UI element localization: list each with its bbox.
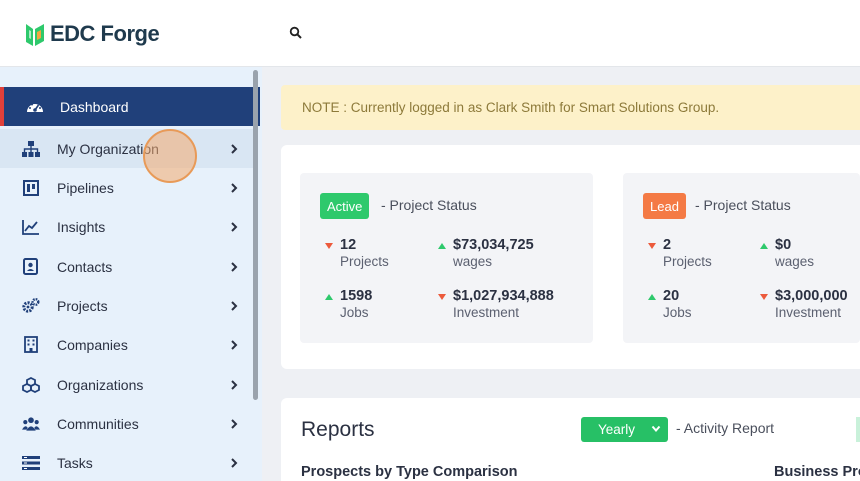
cubes-icon [22,376,40,394]
chevron-right-icon [231,339,238,350]
sidebar-item-projects[interactable]: Projects [0,286,258,325]
metric-value: $1,027,934,888 [453,288,554,304]
reports-title: Reports [301,418,375,441]
sidebar-item-label: Pipelines [57,179,114,196]
period-select[interactable]: Yearly [581,417,668,442]
users-icon [22,415,40,433]
gears-icon [22,297,40,315]
chevron-right-icon [231,418,238,429]
top-header: EDC Forge [0,0,860,67]
metric-label: Jobs [663,305,692,320]
line-chart-icon [22,218,40,236]
sidebar-item-label: Projects [57,297,108,314]
prospects-comparison-heading: Prospects by Type Comparison [301,464,518,480]
trend-down-icon [760,294,768,300]
chevron-right-icon [231,379,238,390]
metric-value: $0 [775,237,792,253]
metric-wages: $0 wages [760,237,815,269]
truncated-select-edge[interactable] [856,417,860,442]
status-badge: Lead [643,193,686,219]
sidebar-item-insights[interactable]: Insights [0,207,258,246]
tasks-list-icon [22,454,40,472]
metric-value: 12 [340,237,357,253]
metric-value: $73,034,725 [453,237,534,253]
chevron-right-icon [231,221,238,232]
sidebar-item-tasks[interactable]: Tasks [0,443,258,481]
metric-projects: 12 Projects [325,237,389,269]
trend-up-icon [648,294,656,300]
sidebar-item-organizations[interactable]: Organizations [0,365,258,404]
search-icon[interactable] [289,26,303,40]
sidebar-item-label: Companies [57,336,128,353]
active-status-card: Active - Project Status 12 Projects $73,… [300,173,593,343]
contact-card-icon [22,258,40,276]
chevron-right-icon [231,261,238,272]
trend-down-icon [648,243,656,249]
trend-down-icon [438,294,446,300]
metric-projects: 2 Projects [648,237,712,269]
click-indicator [143,129,197,183]
metric-label: Investment [775,305,842,320]
sidebar-item-communities[interactable]: Communities [0,404,258,443]
login-note-banner: NOTE : Currently logged in as Clark Smit… [281,85,860,130]
chevron-right-icon [231,182,238,193]
metric-value: 2 [663,237,672,253]
sidebar-item-label: Dashboard [60,98,129,115]
metric-investment: $3,000,000 Investment [760,288,848,320]
card-title: - Project Status [695,197,791,213]
metric-label: Projects [663,254,712,269]
metric-value: 1598 [340,288,373,304]
brand-name: EDC Forge [50,21,160,46]
sidebar-item-label: Insights [57,218,106,235]
edc-forge-logo-icon [26,24,44,46]
business-heading: Business Pro [774,464,860,480]
building-icon [22,336,40,354]
brand-logo[interactable]: EDC Forge [24,20,160,48]
period-select-value: Yearly [598,422,636,437]
activity-report-label: - Activity Report [676,420,775,436]
metric-label: Investment [453,305,520,320]
chevron-right-icon [231,143,238,154]
metric-value: $3,000,000 [775,288,848,304]
metric-label: Projects [340,254,389,269]
metric-label: Jobs [340,305,369,320]
trend-down-icon [325,243,333,249]
sidebar-item-my-organization[interactable]: My Organization [0,129,258,168]
metric-jobs: 20 Jobs [648,288,692,320]
sidebar-item-contacts[interactable]: Contacts [0,247,258,286]
chevron-right-icon [231,300,238,311]
status-badge: Active [320,193,370,219]
metric-investment: $1,027,934,888 Investment [438,288,554,320]
org-chart-icon [22,140,40,158]
metric-jobs: 1598 Jobs [325,288,373,320]
trend-up-icon [760,243,768,249]
sidebar-item-label: Communities [57,415,139,432]
lead-status-card: Lead - Project Status 2 Projects $0 wage… [623,173,860,343]
metric-wages: $73,034,725 wages [438,237,534,269]
card-title: - Project Status [381,197,477,213]
pipeline-board-icon [22,179,40,197]
sidebar-item-dashboard[interactable]: Dashboard [0,87,260,126]
trend-up-icon [438,243,446,249]
sidebar-item-label: Tasks [57,454,93,471]
dashboard-gauge-icon [26,98,44,116]
trend-up-icon [325,294,333,300]
chevron-down-icon [651,425,661,433]
metric-value: 20 [663,288,680,304]
sidebar-scrollbar[interactable] [253,70,258,400]
metric-label: wages [453,254,493,269]
sidebar-item-label: Contacts [57,258,113,275]
sidebar-item-companies[interactable]: Companies [0,325,258,364]
metric-label: wages [775,254,815,269]
chevron-right-icon [231,457,238,468]
sidebar-item-pipelines[interactable]: Pipelines [0,168,258,207]
sidebar-item-label: Organizations [57,376,144,393]
